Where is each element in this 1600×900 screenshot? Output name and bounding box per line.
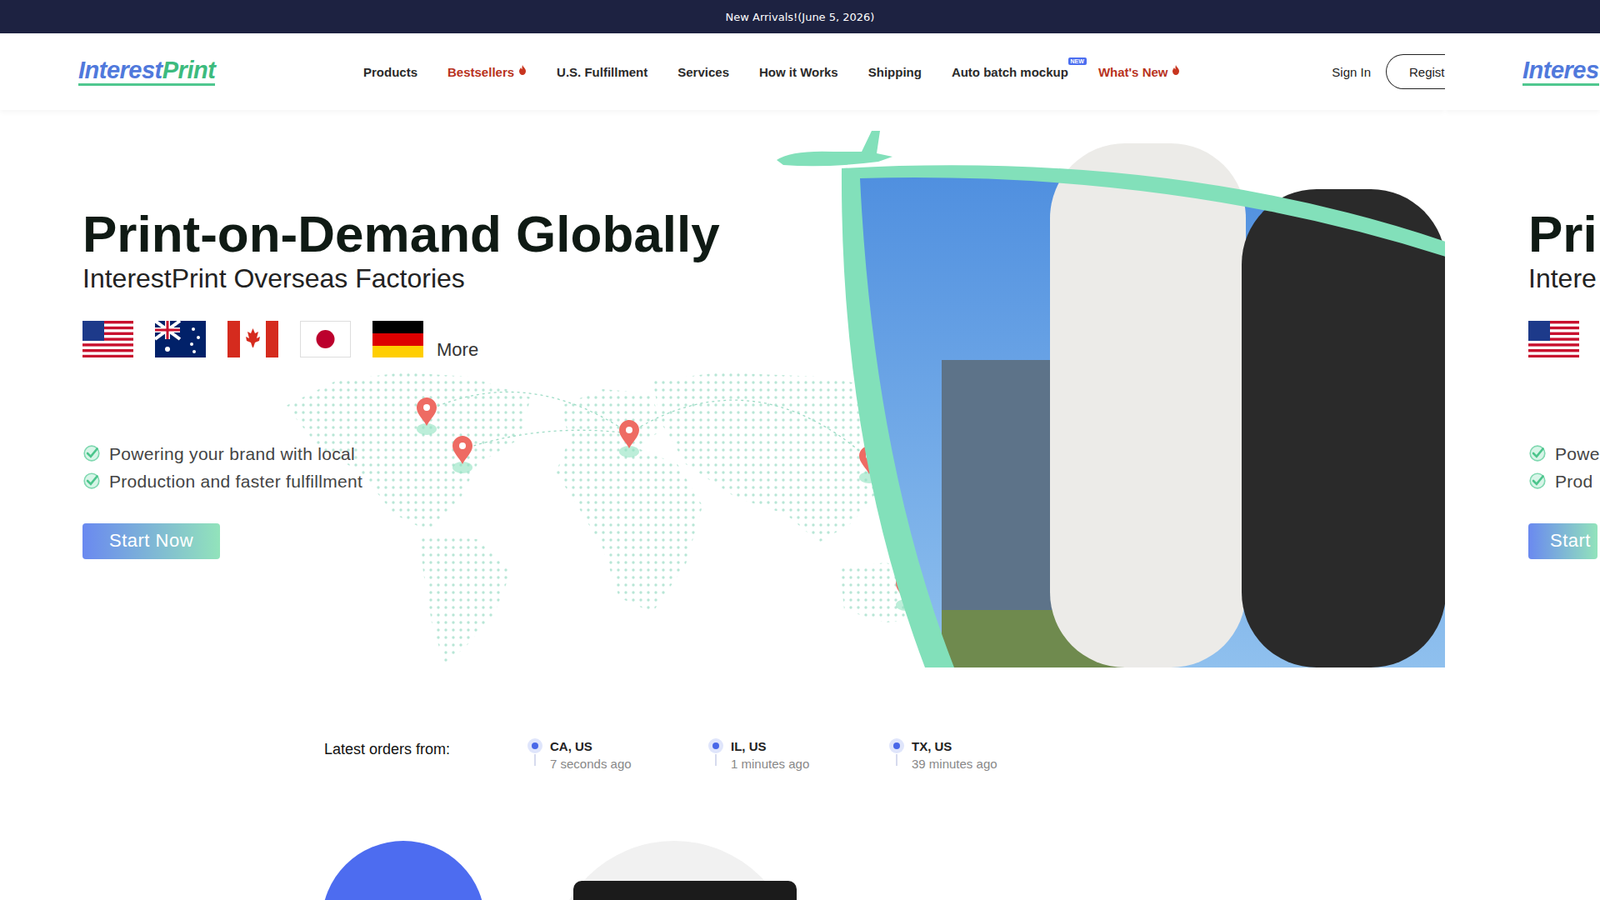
latest-orders: Latest orders from: CA, US 7 seconds ago… <box>0 667 1600 771</box>
nav-item[interactable]: Bestsellers <box>447 65 527 80</box>
country-flags: More <box>82 320 1445 358</box>
hero-content: Pri Intere Powe Prod Start <box>1445 110 1600 560</box>
feature-list: Powering your brand with local Productio… <box>82 440 1445 495</box>
feature-list: Powe Prod <box>1528 440 1600 495</box>
us-flag-icon[interactable] <box>1528 320 1580 358</box>
location-pin-icon <box>526 737 544 768</box>
japan-flag-icon[interactable] <box>300 320 351 358</box>
hero-subtitle: InterestPrint Overseas Factories <box>82 262 1445 295</box>
check-icon <box>1528 471 1547 490</box>
sign-in-link[interactable]: Sign In <box>1331 65 1371 80</box>
australia-flag-icon[interactable] <box>155 320 206 358</box>
hero-subtitle: Intere <box>1528 262 1600 295</box>
order-location: TX, US <box>911 739 998 754</box>
nav-item[interactable]: Shipping <box>868 65 922 80</box>
order-time: 7 seconds ago <box>550 756 632 771</box>
latest-orders-label: Latest orders from: <box>324 739 527 760</box>
nav-item[interactable]: Auto batch mockup NEW <box>951 65 1069 80</box>
order-location: IL, US <box>730 739 810 754</box>
check-icon <box>82 444 101 463</box>
nav-item[interactable]: Products <box>363 65 418 80</box>
check-icon <box>82 471 101 490</box>
hero-banner: Print-on-Demand Globally InterestPrint O… <box>0 110 1445 668</box>
nav-item[interactable]: Services <box>677 65 730 80</box>
nav-item[interactable]: U.S. Fulfillment <box>556 65 648 80</box>
feature-teasers <box>0 840 1600 900</box>
hero-content: Print-on-Demand Globally InterestPrint O… <box>0 110 1445 560</box>
us-flag-icon[interactable] <box>82 320 134 358</box>
nav-item[interactable]: How it Works <box>759 65 839 80</box>
fire-icon <box>1171 65 1180 75</box>
location-pin-icon <box>888 737 905 768</box>
plane-icon <box>776 130 893 166</box>
country-flags <box>1528 320 1600 358</box>
start-now-button[interactable]: Start Now <box>82 523 220 560</box>
main-menu: Products Bestsellers U.S. Fulfillment Se… <box>363 65 1180 80</box>
feature-item: Production and faster fulfillment <box>82 467 1445 495</box>
navbar: InterestPrint Products Bestsellers U.S. … <box>0 33 1445 110</box>
hero-title: Print-on-Demand Globally <box>82 205 1445 263</box>
carousel-slide-next: Interes Pri Intere Powe Prod Start <box>1445 33 1600 668</box>
navbar: Interes <box>1445 33 1600 110</box>
world-map-icon <box>285 372 940 668</box>
order-item: TX, US 39 minutes ago <box>888 739 1070 771</box>
start-now-button[interactable]: Start <box>1528 523 1598 560</box>
hero-photo <box>775 110 1445 668</box>
teaser-image <box>551 840 797 900</box>
announcement-text[interactable]: New Arrivals!(June 5, 2026) <box>725 10 875 24</box>
order-item: CA, US 7 seconds ago <box>526 739 708 771</box>
feature-item: Prod <box>1528 467 1600 495</box>
fire-icon <box>518 65 527 75</box>
more-link[interactable]: More <box>436 339 479 361</box>
carousel-slide: InterestPrint Products Bestsellers U.S. … <box>0 33 1445 668</box>
nav-item[interactable]: What's New <box>1098 65 1181 80</box>
register-button[interactable]: Regist <box>1385 54 1445 90</box>
order-location: CA, US <box>550 739 632 754</box>
location-pin-icon <box>707 737 725 768</box>
order-time: 1 minutes ago <box>730 756 810 771</box>
hero-banner: Pri Intere Powe Prod Start <box>1445 110 1600 668</box>
feature-item: Powering your brand with local <box>82 440 1445 468</box>
germany-flag-icon[interactable] <box>372 320 424 358</box>
teaser-image <box>321 840 485 900</box>
announcement-bar[interactable]: New Arrivals!(June 5, 2026) <box>0 0 1600 34</box>
logo[interactable]: InterestPrint <box>78 57 215 85</box>
page: New Arrivals!(June 5, 2026) InterestPrin… <box>0 0 1600 900</box>
order-item: IL, US 1 minutes ago <box>707 739 889 771</box>
order-time: 39 minutes ago <box>911 756 998 771</box>
feature-item: Powe <box>1528 440 1600 468</box>
canada-flag-icon[interactable] <box>227 320 279 358</box>
new-badge: NEW <box>1068 57 1087 66</box>
hero-carousel: InterestPrint Products Bestsellers U.S. … <box>0 33 1600 668</box>
hero-title: Pri <box>1528 205 1600 263</box>
check-icon <box>1528 444 1547 463</box>
logo[interactable]: Interes <box>1522 57 1600 85</box>
